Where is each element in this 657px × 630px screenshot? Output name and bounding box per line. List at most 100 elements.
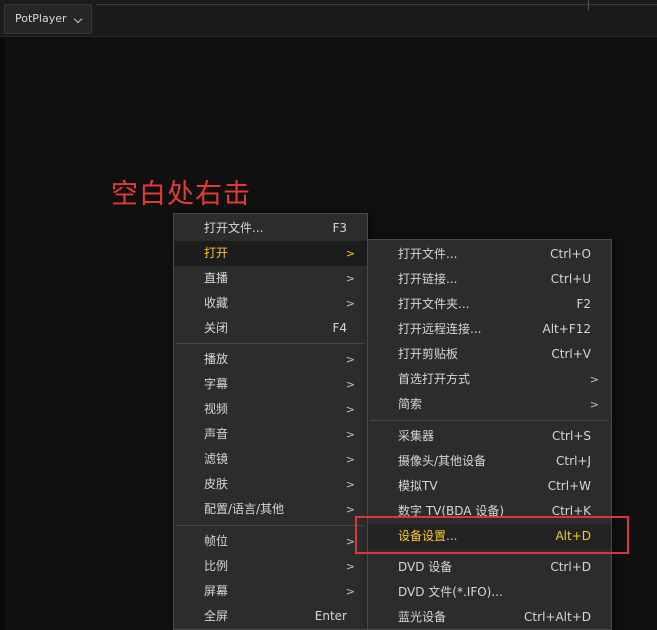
submenu-arrow-icon: > [345, 353, 355, 366]
menu-item-label: 打开文件夹... [398, 297, 470, 311]
menu-item-label: 比例 [204, 559, 229, 573]
annotation-text: 空白处右击 [111, 179, 251, 210]
menu-item-shortcut: Ctrl+O [550, 247, 591, 261]
menu-item-shortcut: Ctrl+U [550, 272, 591, 286]
submenu-arrow-icon: > [345, 453, 355, 466]
top-divider-mark [588, 0, 589, 10]
menu-item-screen[interactable]: 屏幕 > [174, 579, 367, 604]
menu-item-shortcut: Ctrl+D [550, 560, 591, 574]
menu-item-label: 打开文件... [204, 221, 264, 235]
menu-item-open[interactable]: 打开 > [174, 241, 367, 266]
submenu-arrow-icon: > [589, 373, 599, 386]
submenu-item-preferred-open[interactable]: 首选打开方式 > [368, 367, 611, 392]
menu-item-shortcut: F4 [332, 321, 347, 335]
menu-item-favorites[interactable]: 收藏 > [174, 291, 367, 316]
submenu-item-open-file[interactable]: 打开文件... Ctrl+O [368, 242, 611, 267]
menu-item-close[interactable]: 关闭 F4 [174, 316, 367, 341]
submenu-item-analog-tv[interactable]: 模拟TV Ctrl+W [368, 474, 611, 499]
menu-item-label: 播放 [204, 352, 229, 366]
menu-item-live[interactable]: 直播 > [174, 266, 367, 291]
menu-item-ratio[interactable]: 比例 > [174, 554, 367, 579]
menu-item-label: 打开文件... [398, 247, 458, 261]
submenu-item-bluray-device[interactable]: 蓝光设备 Ctrl+Alt+D [368, 605, 611, 630]
menu-item-label: 模拟TV [398, 479, 438, 493]
menu-item-config-language[interactable]: 配置/语言/其他 > [174, 497, 367, 522]
menu-item-label: 采集器 [398, 429, 435, 443]
open-submenu: 打开文件... Ctrl+O 打开链接... Ctrl+U 打开文件夹... F… [367, 239, 612, 630]
submenu-item-capture[interactable]: 采集器 Ctrl+S [368, 424, 611, 449]
submenu-item-dvd-device[interactable]: DVD 设备 Ctrl+D [368, 555, 611, 580]
submenu-arrow-icon: > [345, 403, 355, 416]
submenu-arrow-icon: > [345, 585, 355, 598]
menu-item-shortcut: Alt+F12 [542, 322, 591, 336]
submenu-arrow-icon: > [345, 478, 355, 491]
menu-item-subtitles[interactable]: 字幕 > [174, 372, 367, 397]
menu-item-shortcut: Ctrl+W [547, 479, 591, 493]
menu-item-label: 关闭 [204, 321, 229, 335]
submenu-arrow-icon: > [345, 428, 355, 441]
submenu-arrow-icon: > [345, 247, 355, 260]
submenu-item-search[interactable]: 简索 > [368, 392, 611, 417]
annotation-highlight-box [355, 516, 629, 554]
app-menu-button[interactable]: PotPlayer [4, 4, 92, 34]
menu-item-playback[interactable]: 播放 > [174, 347, 367, 372]
menu-item-label: 首选打开方式 [398, 372, 471, 386]
menu-item-shortcut: F3 [332, 221, 347, 235]
menu-item-label: 打开剪贴板 [398, 347, 459, 361]
submenu-arrow-icon: > [345, 560, 355, 573]
menu-item-label: 摄像头/其他设备 [398, 454, 487, 468]
menu-item-label: DVD 文件(*.IFO)... [398, 585, 503, 599]
menu-item-label: 全屏 [204, 609, 229, 623]
submenu-arrow-icon: > [345, 378, 355, 391]
menu-item-label: 简索 [398, 397, 423, 411]
menu-item-label: 配置/语言/其他 [204, 502, 285, 516]
menu-item-label: 帧位 [204, 534, 229, 548]
menu-separator [370, 420, 609, 421]
menu-item-label: 打开链接... [398, 272, 458, 286]
submenu-item-open-clipboard[interactable]: 打开剪贴板 Ctrl+V [368, 342, 611, 367]
menu-item-label: 屏幕 [204, 584, 229, 598]
menu-separator [176, 525, 365, 526]
submenu-item-open-link[interactable]: 打开链接... Ctrl+U [368, 267, 611, 292]
menu-item-label: 收藏 [204, 296, 229, 310]
submenu-item-open-folder[interactable]: 打开文件夹... F2 [368, 292, 611, 317]
menu-item-label: 滤镜 [204, 452, 229, 466]
menu-item-frame[interactable]: 帧位 > [174, 529, 367, 554]
menu-item-label: 皮肤 [204, 477, 229, 491]
menu-item-label: 声音 [204, 427, 229, 441]
menu-item-label: 打开 [204, 246, 229, 260]
menu-item-shortcut: F2 [576, 297, 591, 311]
submenu-item-dvd-file[interactable]: DVD 文件(*.IFO)... [368, 580, 611, 605]
menu-item-shortcut: Ctrl+V [551, 347, 591, 361]
menu-item-shortcut: Ctrl+J [556, 454, 591, 468]
submenu-item-camera[interactable]: 摄像头/其他设备 Ctrl+J [368, 449, 611, 474]
chevron-down-icon [73, 14, 83, 24]
menu-item-audio[interactable]: 声音 > [174, 422, 367, 447]
menu-item-skins[interactable]: 皮肤 > [174, 472, 367, 497]
menu-item-label: 打开远程连接... [398, 322, 482, 336]
submenu-arrow-icon: > [345, 503, 355, 516]
menu-separator [176, 343, 365, 344]
menu-item-open-file[interactable]: 打开文件... F3 [174, 216, 367, 241]
menu-item-fullscreen[interactable]: 全屏 Enter [174, 604, 367, 629]
title-bar: PotPlayer [0, 0, 657, 37]
menu-item-filters[interactable]: 滤镜 > [174, 447, 367, 472]
top-divider [96, 4, 657, 5]
menu-item-video[interactable]: 视频 > [174, 397, 367, 422]
menu-item-shortcut: Ctrl+S [551, 429, 591, 443]
submenu-arrow-icon: > [589, 398, 599, 411]
menu-item-shortcut: Enter [314, 609, 347, 623]
menu-item-label: 视频 [204, 402, 229, 416]
menu-item-label: DVD 设备 [398, 560, 453, 574]
app-name: PotPlayer [15, 12, 67, 25]
menu-item-label: 字幕 [204, 377, 229, 391]
menu-item-label: 蓝光设备 [398, 610, 447, 624]
submenu-arrow-icon: > [345, 297, 355, 310]
context-menu: 打开文件... F3 打开 > 直播 > 收藏 > 关闭 F4 播放 > 字幕 … [173, 213, 368, 630]
left-edge [0, 37, 5, 630]
submenu-arrow-icon: > [345, 535, 355, 548]
menu-item-shortcut: Ctrl+Alt+D [524, 610, 591, 624]
menu-item-label: 直播 [204, 271, 229, 285]
submenu-item-open-remote[interactable]: 打开远程连接... Alt+F12 [368, 317, 611, 342]
submenu-arrow-icon: > [345, 272, 355, 285]
